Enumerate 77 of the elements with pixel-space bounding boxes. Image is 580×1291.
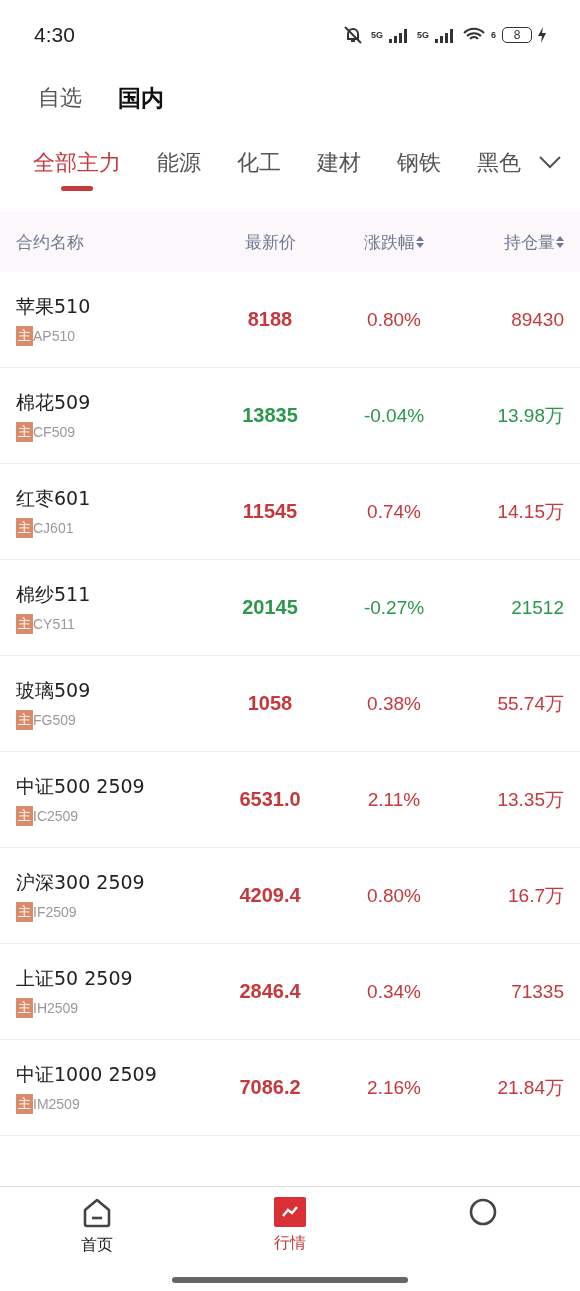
open-interest: 21512 bbox=[510, 596, 564, 619]
change-percent: 0.74% bbox=[366, 500, 422, 523]
latest-price: 20145 bbox=[241, 596, 299, 619]
contract-code: CF509 bbox=[33, 423, 76, 440]
latest-price: 1058 bbox=[246, 692, 294, 715]
nav-tab[interactable]: 首页 bbox=[0, 1187, 194, 1269]
latest-price: 11545 bbox=[241, 500, 299, 523]
change-percent: 0.80% bbox=[366, 884, 422, 907]
open-interest: 13.98万 bbox=[496, 403, 564, 428]
open-interest: 21.84万 bbox=[496, 1075, 564, 1100]
latest-price: 7086.2 bbox=[238, 1076, 302, 1099]
tab-underline bbox=[61, 186, 93, 191]
status-time: 4:30 bbox=[34, 23, 75, 47]
contract-code: IF2509 bbox=[33, 903, 77, 920]
contract-name: 红枣601 bbox=[16, 485, 92, 511]
latest-price: 8188 bbox=[246, 308, 294, 331]
change-percent: 0.38% bbox=[366, 692, 422, 715]
contract-code: AP510 bbox=[33, 327, 76, 344]
open-interest: 16.7万 bbox=[507, 883, 564, 908]
charging-icon bbox=[538, 27, 546, 43]
category-tab[interactable]: 建材 bbox=[317, 148, 361, 178]
main-contract-tag: 主 bbox=[16, 1093, 33, 1114]
change-percent: 2.16% bbox=[366, 1076, 422, 1099]
network-label: 5G bbox=[416, 30, 429, 40]
change-percent: 0.34% bbox=[366, 980, 422, 1003]
chart-icon bbox=[274, 1197, 306, 1227]
contract-name: 玻璃509 bbox=[16, 677, 92, 703]
change-percent: -0.27% bbox=[362, 596, 426, 619]
market-tab[interactable]: 国内 bbox=[118, 82, 164, 114]
latest-price: 6531.0 bbox=[238, 788, 302, 811]
main-contract-tag: 主 bbox=[16, 421, 33, 442]
change-percent: 0.80% bbox=[366, 308, 422, 331]
change-percent: -0.04% bbox=[362, 404, 426, 427]
category-tab[interactable]: 全部主力 bbox=[33, 148, 121, 191]
column-header: 最新价 bbox=[243, 230, 297, 254]
column-header[interactable]: 持仓量 bbox=[464, 230, 564, 254]
latest-price: 13835 bbox=[241, 404, 299, 427]
change-percent: 2.11% bbox=[366, 788, 422, 811]
open-interest: 89430 bbox=[510, 308, 564, 331]
main-contract-tag: 主 bbox=[16, 517, 33, 538]
contract-code: IH2509 bbox=[33, 999, 79, 1016]
main-contract-tag: 主 bbox=[16, 901, 33, 922]
main-contract-tag: 主 bbox=[16, 613, 33, 634]
column-header[interactable]: 涨跌幅 bbox=[324, 230, 464, 254]
contract-code: CJ601 bbox=[33, 519, 74, 536]
network-label: 5G bbox=[370, 30, 383, 40]
contract-name: 棉花509 bbox=[16, 389, 92, 415]
main-contract-tag: 主 bbox=[16, 325, 33, 346]
contract-name: 上证50 2509 bbox=[16, 965, 134, 991]
contract-name: 沪深300 2509 bbox=[16, 869, 146, 895]
category-tab[interactable]: 化工 bbox=[237, 148, 281, 178]
contract-name: 中证500 2509 bbox=[16, 773, 146, 799]
category-tab[interactable]: 黑色 bbox=[477, 148, 521, 178]
contract-name: 苹果510 bbox=[16, 293, 92, 319]
nav-tab[interactable]: 行情 bbox=[193, 1187, 387, 1269]
contract-code: IM2509 bbox=[33, 1095, 80, 1112]
contract-code: CY511 bbox=[33, 615, 75, 632]
main-contract-tag: 主 bbox=[16, 997, 33, 1018]
open-interest: 14.15万 bbox=[496, 499, 564, 524]
main-contract-tag: 主 bbox=[16, 709, 33, 730]
market-tab[interactable]: 自选 bbox=[38, 83, 82, 113]
contract-code: IC2509 bbox=[33, 807, 79, 824]
open-interest: 13.35万 bbox=[496, 787, 564, 812]
column-header: 合约名称 bbox=[16, 230, 85, 254]
open-interest: 71335 bbox=[510, 980, 564, 1003]
main-contract-tag: 主 bbox=[16, 805, 33, 826]
contract-name: 棉纱511 bbox=[16, 581, 92, 607]
battery-indicator: 8 bbox=[502, 27, 532, 43]
contract-name: 中证1000 2509 bbox=[16, 1061, 158, 1087]
open-interest: 55.74万 bbox=[496, 691, 564, 716]
category-tab[interactable]: 钢铁 bbox=[397, 148, 441, 178]
latest-price: 4209.4 bbox=[238, 884, 302, 907]
category-tab[interactable]: 能源 bbox=[157, 148, 201, 178]
circle-icon bbox=[468, 1197, 499, 1227]
contract-code: FG509 bbox=[33, 711, 76, 728]
wifi-standard-label: 6 bbox=[491, 30, 496, 40]
latest-price: 2846.4 bbox=[238, 980, 302, 1003]
